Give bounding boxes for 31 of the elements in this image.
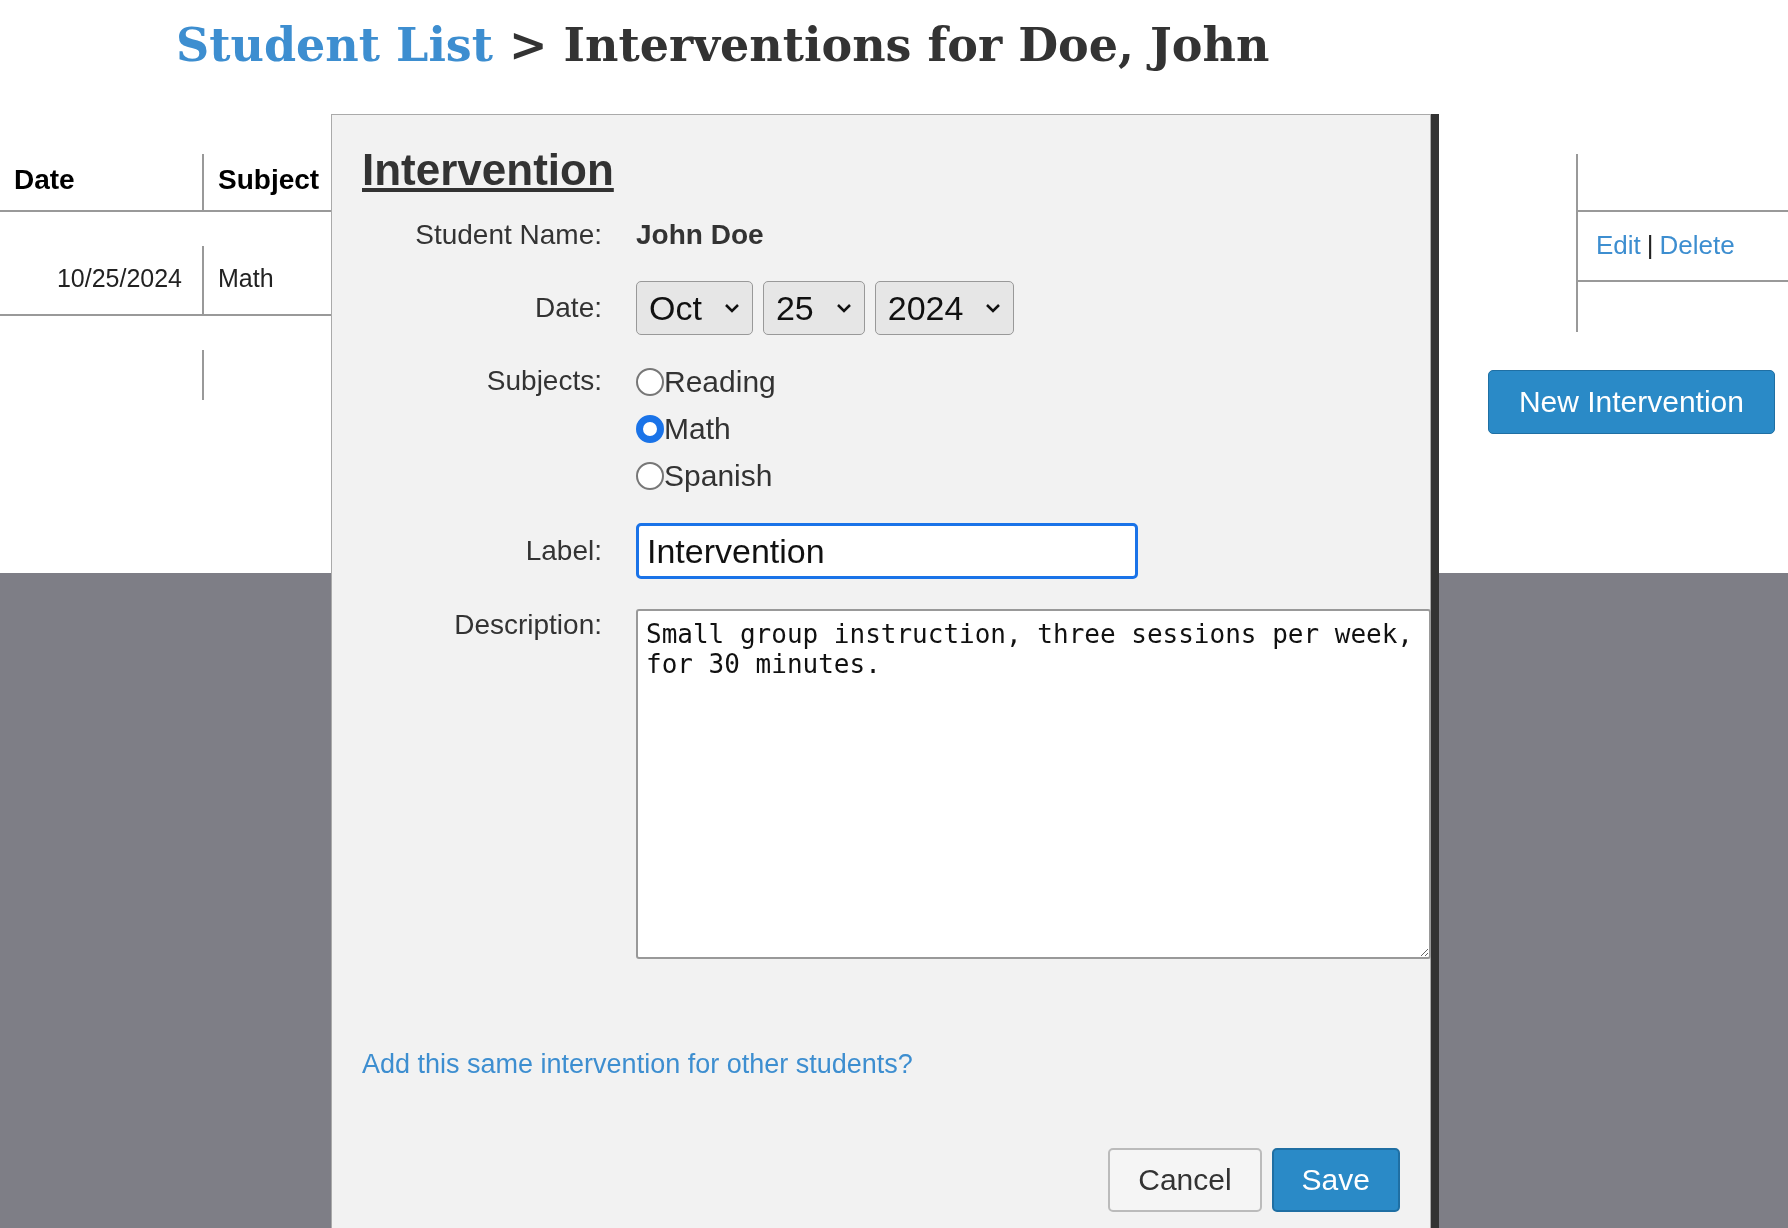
edit-link[interactable]: Edit — [1596, 230, 1641, 280]
radio-button[interactable] — [636, 462, 664, 490]
date-select[interactable]: 25 — [762, 281, 865, 335]
field-label: Subjects: — [485, 365, 602, 397]
chevron-icon — [835, 303, 852, 313]
chevron-icon — [723, 303, 740, 313]
date-select[interactable]: Oct — [636, 281, 753, 335]
field-label: Date: — [534, 292, 602, 324]
delete-link[interactable]: Delete — [1659, 230, 1735, 280]
chevron-icon — [985, 303, 1002, 313]
breadcrumb-separator: > — [509, 18, 548, 72]
table-cell: 10/25/2024 — [0, 246, 202, 316]
page-title: Interventions for Doe, John — [563, 18, 1270, 72]
radio-button[interactable] — [636, 368, 664, 396]
radio-label: Spanish — [664, 459, 773, 493]
cancel-button[interactable]: Cancel — [1108, 1148, 1262, 1212]
action-separator: | — [1646, 230, 1654, 262]
save-button[interactable]: Save — [1271, 1148, 1400, 1212]
label-field[interactable]: Intervention — [636, 523, 1138, 579]
radio-button[interactable] — [636, 415, 664, 443]
new-intervention-button[interactable]: New Intervention — [1487, 370, 1775, 434]
field-label: Label: — [524, 535, 602, 567]
field-label: Student Name: — [414, 219, 602, 251]
date-select[interactable]: 2024 — [874, 281, 1015, 335]
field-label: Description: — [453, 609, 602, 641]
breadcrumb-link[interactable]: Student List — [176, 18, 493, 72]
radio-label: Math — [664, 412, 731, 446]
column-header: Date — [0, 154, 202, 212]
student-name: John Doe — [636, 219, 765, 251]
radio-label: Reading — [664, 365, 776, 399]
description-field[interactable]: Small group instruction, three sessions per week, for 30 minutes. — [636, 609, 1431, 959]
